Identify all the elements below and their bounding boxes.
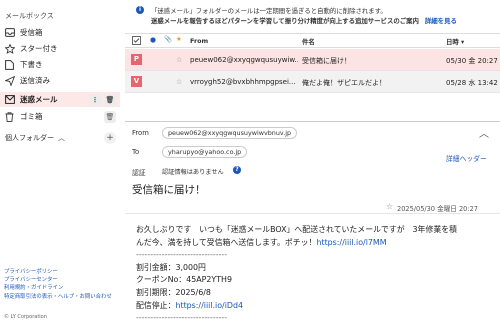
sidebar-item-drafts[interactable]: 下書き [0,57,120,72]
column-subject[interactable]: 件名 [302,37,315,46]
body-line: 割引期限：2025/6/8 [136,287,211,297]
notice-service-text: 迷惑メールを報告するほどパターンを学習して振り分け精度が向上する追加サービスのご… [151,17,419,25]
row-subject: 俺だよ俺！ザピエルだよ！ [302,79,386,87]
mail-body: お久しぶりです いつも「迷惑メールBOX」へ配送されていたメールですが 3年修業… [136,224,492,325]
spam-notice: i 「迷惑メール」フォルダーのメールは一定期間を過ぎると自動的に削除されます。 … [125,0,500,33]
sidebar-item-label: ゴミ箱 [20,112,43,121]
column-date[interactable]: 日時 ▾ [446,37,464,46]
pane-divider[interactable] [125,121,500,122]
more-options-icon[interactable]: ⋮ [89,93,101,106]
star-icon[interactable]: ☆ [176,56,182,64]
personal-folders-label: 個人フォルダー [5,134,54,142]
trash-icon [0,111,16,122]
mail-list-header: 📎 ★ From 件名 日時 ▾ [125,33,500,48]
body-line: クーポンNo：45AP2YTH9 [136,275,232,285]
body-line: お久しぶりです いつも「迷惑メールBOX」へ配送されていたメールですが 3年修業… [136,225,458,234]
sidebar-item-label: 下書き [20,60,43,69]
unread-dot-icon[interactable] [150,37,156,45]
terms-link[interactable]: 利用規約・ガイドライン [4,284,112,292]
draft-icon [0,59,16,70]
body-line: -------------------------------- [136,313,228,323]
attachment-icon[interactable]: 📎 [164,35,172,43]
sent-icon [0,75,16,86]
sidebar-item-trash[interactable]: ゴミ箱 🗑 [0,109,120,124]
sidebar-item-label: 送信済み [20,76,50,85]
help-icon[interactable]: ? [233,166,241,174]
empty-trash-icon[interactable]: 🗑 [104,110,116,123]
mail-subject: 受信箱に届け！ [132,184,206,196]
sidebar-item-label: 受信箱 [20,28,43,37]
body-link-1[interactable]: https://iiil.io/l7MM [316,238,386,247]
privacy-policy-link[interactable]: プライバシーポリシー [4,268,112,276]
sidebar-item-inbox[interactable]: 受信箱 [0,25,120,40]
footer-links: プライバシーポリシー プライバシーセンター 利用規約・ガイドライン 特定商取引法… [4,268,112,301]
star-icon[interactable]: ☆ [386,202,393,211]
sidebar: メールボックス 受信箱 スター付き 下書き 送信済み 迷惑メール ⋮ 🗑 ゴミ箱… [0,0,122,328]
row-from: peuew062@xxyqgwqusuywiw... [190,56,298,64]
body-line: -------------------------------- [136,250,228,260]
row-from: vrroygh52@bvxbhhmpgpsei... [190,78,296,86]
mail-date: 2025/05/30 金曜日 20:27 [397,205,478,213]
empty-spam-trash-icon[interactable]: 🗑 [104,93,116,106]
sidebar-item-sent[interactable]: 送信済み [0,73,120,88]
spam-icon [0,95,16,104]
body-separator [125,213,500,214]
copyright: © LY Corporation [4,314,47,320]
auth-value: 認証情報はありません [162,169,224,176]
table-row[interactable]: P ☆ peuew062@xxyqgwqusuywiw... 受信箱に届け！ 0… [125,49,500,71]
from-label: From [132,129,149,137]
select-all-checkbox[interactable] [132,36,141,47]
body-line: 配信停止：https://iiil.io/iDd4 [136,300,244,310]
column-from[interactable]: From [190,37,208,45]
add-folder-button[interactable]: + [104,132,116,144]
star-icon[interactable]: ☆ [176,78,182,86]
sidebar-item-label: スター付き [20,44,58,53]
avatar: V [131,76,142,87]
sidebar-item-spam[interactable]: 迷惑メール ⋮ 🗑 [0,92,120,107]
notice-line-2: 迷惑メールを報告するほどパターンを学習して振り分け精度が向上する追加サービスのご… [151,16,457,25]
to-label: To [132,148,140,156]
notice-line-1: 「迷惑メール」フォルダーのメールは一定期間を過ぎると自動的に削除されます。 [151,7,387,15]
chevron-up-icon: ︿ [58,134,65,142]
mailbox-section-title: メールボックス [5,12,54,20]
inbox-icon [0,28,16,37]
row-date: 05/30 金 20:27 [446,57,498,65]
body-link-2[interactable]: https://iiil.io/iDd4 [175,301,243,310]
info-icon: i [136,6,144,14]
commerce-help-link[interactable]: 特定商取引法の表示・ヘルプ・お問い合わせ [4,293,112,301]
body-line: 割引金額：3,000円 [136,262,206,272]
sidebar-item-starred[interactable]: スター付き [0,41,120,56]
body-line: んだ今、満を持して受信箱へ送信します。ポチッ！https://iiil.io/l… [136,237,387,247]
from-address-chip[interactable]: peuew062@xxyqgwqusuywiwvbnuv.jp [162,127,298,139]
row-subject: 受信箱に届け！ [302,57,351,65]
notice-details-link[interactable]: 詳細を見る [425,17,457,25]
details-header-link[interactable]: 詳細ヘッダー [446,153,487,163]
personal-folders-toggle[interactable]: 個人フォルダー ︿ [5,133,65,143]
privacy-center-link[interactable]: プライバシーセンター [4,276,112,284]
auth-label: 認証 [132,169,146,177]
collapse-chevron-icon[interactable]: ︿ [479,125,489,140]
star-filter-icon[interactable]: ★ [176,35,182,43]
to-address-chip[interactable]: yharupyo@yahoo.co.jp [162,146,248,158]
star-icon [0,43,16,54]
avatar: P [131,54,142,65]
sidebar-item-label: 迷惑メール [20,95,58,104]
table-row[interactable]: V ☆ vrroygh52@bvxbhhmpgpsei... 俺だよ俺！ザピエル… [125,71,500,93]
row-date: 05/28 水 13:42 [446,79,498,87]
